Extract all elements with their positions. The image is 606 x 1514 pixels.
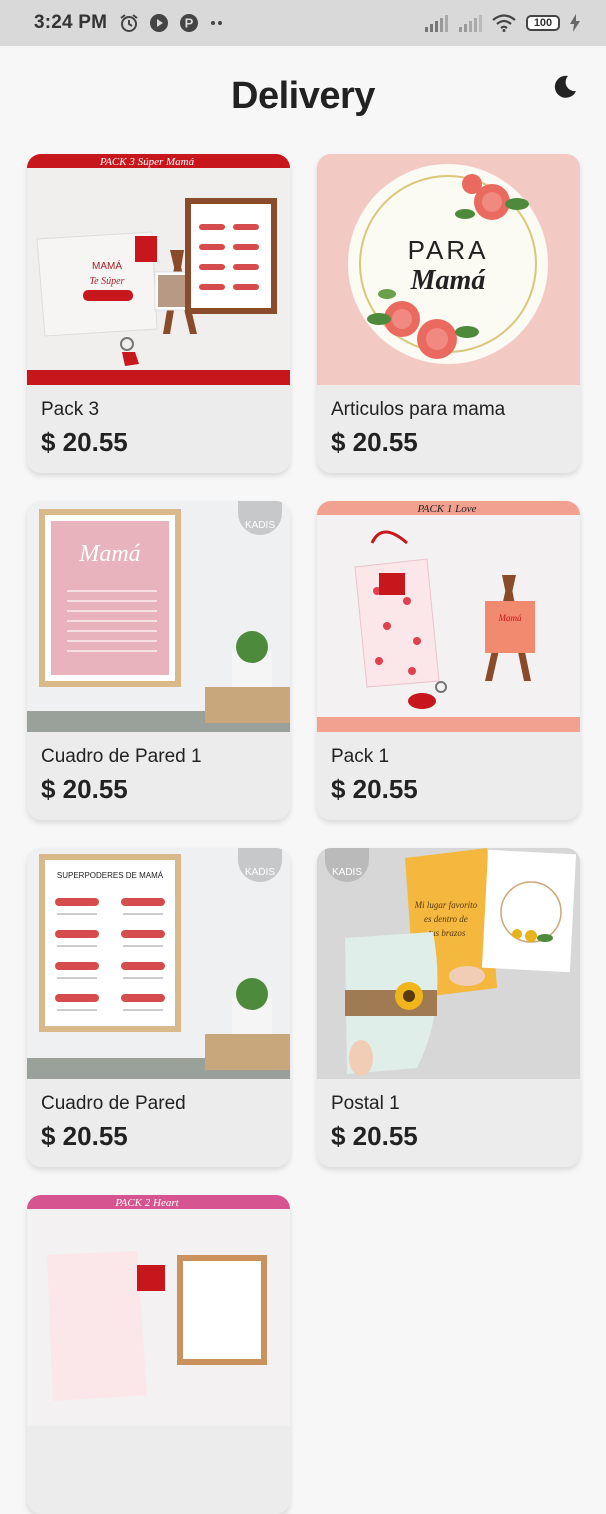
- banner-text-2: Mamá: [410, 265, 487, 296]
- product-card[interactable]: PACK 3 Súper Mamá MAMÁ Te Súper Pack 3 $…: [27, 154, 290, 473]
- svg-text:Mamá: Mamá: [498, 613, 522, 623]
- page-title: Delivery: [231, 74, 375, 117]
- product-card[interactable]: PACK 2 Heart: [27, 1195, 290, 1514]
- p-app-icon: P: [179, 13, 199, 33]
- signal-icon: [424, 14, 448, 32]
- product-image: SUPERPODERES DE MAMÁ KADIS: [27, 848, 290, 1079]
- product-image: PARA Mamá: [317, 154, 580, 385]
- product-price: $ 20.55: [331, 1121, 418, 1151]
- product-card[interactable]: SUPERPODERES DE MAMÁ KADIS Cuadro de Par…: [27, 848, 290, 1167]
- wifi-icon: [492, 14, 516, 32]
- product-name: Postal 1: [331, 1093, 400, 1114]
- product-card[interactable]: Mamá KADIS Cuadro de Pared 1 $ 20.55: [27, 501, 290, 820]
- product-name: Articulos para mama: [331, 399, 506, 420]
- product-image: PACK 3 Súper Mamá MAMÁ Te Súper: [27, 154, 290, 385]
- svg-text:MAMÁ: MAMÁ: [92, 259, 122, 272]
- theme-toggle-button[interactable]: [550, 72, 580, 102]
- product-price: $ 20.55: [41, 1121, 128, 1151]
- more-dots-icon: [209, 18, 225, 28]
- app-header: Delivery: [0, 46, 606, 146]
- product-price: $ 20.55: [331, 427, 418, 457]
- product-card[interactable]: PARA Mamá Articulos para mama $ 20.55: [317, 154, 580, 473]
- banner-text: PARA: [408, 235, 489, 265]
- svg-text:Te Súper: Te Súper: [90, 276, 125, 287]
- product-price: $ 20.55: [41, 774, 128, 804]
- status-time: 3:24 PM: [34, 12, 108, 33]
- battery-icon: 100: [526, 15, 560, 31]
- battery-level: 100: [533, 17, 553, 29]
- alarm-icon: [119, 13, 139, 33]
- product-image: PACK 1 Love Mamá: [317, 501, 580, 732]
- product-name: Pack 3: [41, 399, 100, 420]
- moon-icon: [554, 75, 576, 98]
- signal-icon-2: [458, 14, 482, 32]
- product-name: Pack 1: [331, 746, 390, 767]
- product-image: Mamá KADIS: [27, 501, 290, 732]
- banner-text: PACK 1 Love: [416, 503, 476, 515]
- product-name: Cuadro de Pared 1: [41, 746, 202, 767]
- status-bar: 3:24 PM P 100: [0, 0, 606, 46]
- banner-text: PACK 3 Súper Mamá: [99, 156, 195, 168]
- banner-text: SUPERPODERES DE MAMÁ: [57, 871, 164, 880]
- product-card[interactable]: Mi lugar favorito es dentro de tus brazo…: [317, 848, 580, 1167]
- product-image: Mi lugar favorito es dentro de tus brazo…: [317, 848, 580, 1079]
- product-name: Cuadro de Pared: [41, 1093, 186, 1114]
- product-image: PACK 2 Heart: [27, 1195, 290, 1426]
- charging-icon: [570, 14, 580, 32]
- svg-text:P: P: [185, 16, 194, 31]
- banner-text: PACK 2 Heart: [114, 1197, 179, 1209]
- banner-text: Mamá: [78, 541, 140, 567]
- product-grid: PACK 3 Súper Mamá MAMÁ Te Súper Pack 3 $…: [27, 154, 580, 1514]
- product-price: $ 20.55: [41, 427, 128, 457]
- product-price: $ 20.55: [331, 774, 418, 804]
- play-icon: [149, 13, 169, 33]
- product-card[interactable]: PACK 1 Love Mamá Pack 1 $ 20.55: [317, 501, 580, 820]
